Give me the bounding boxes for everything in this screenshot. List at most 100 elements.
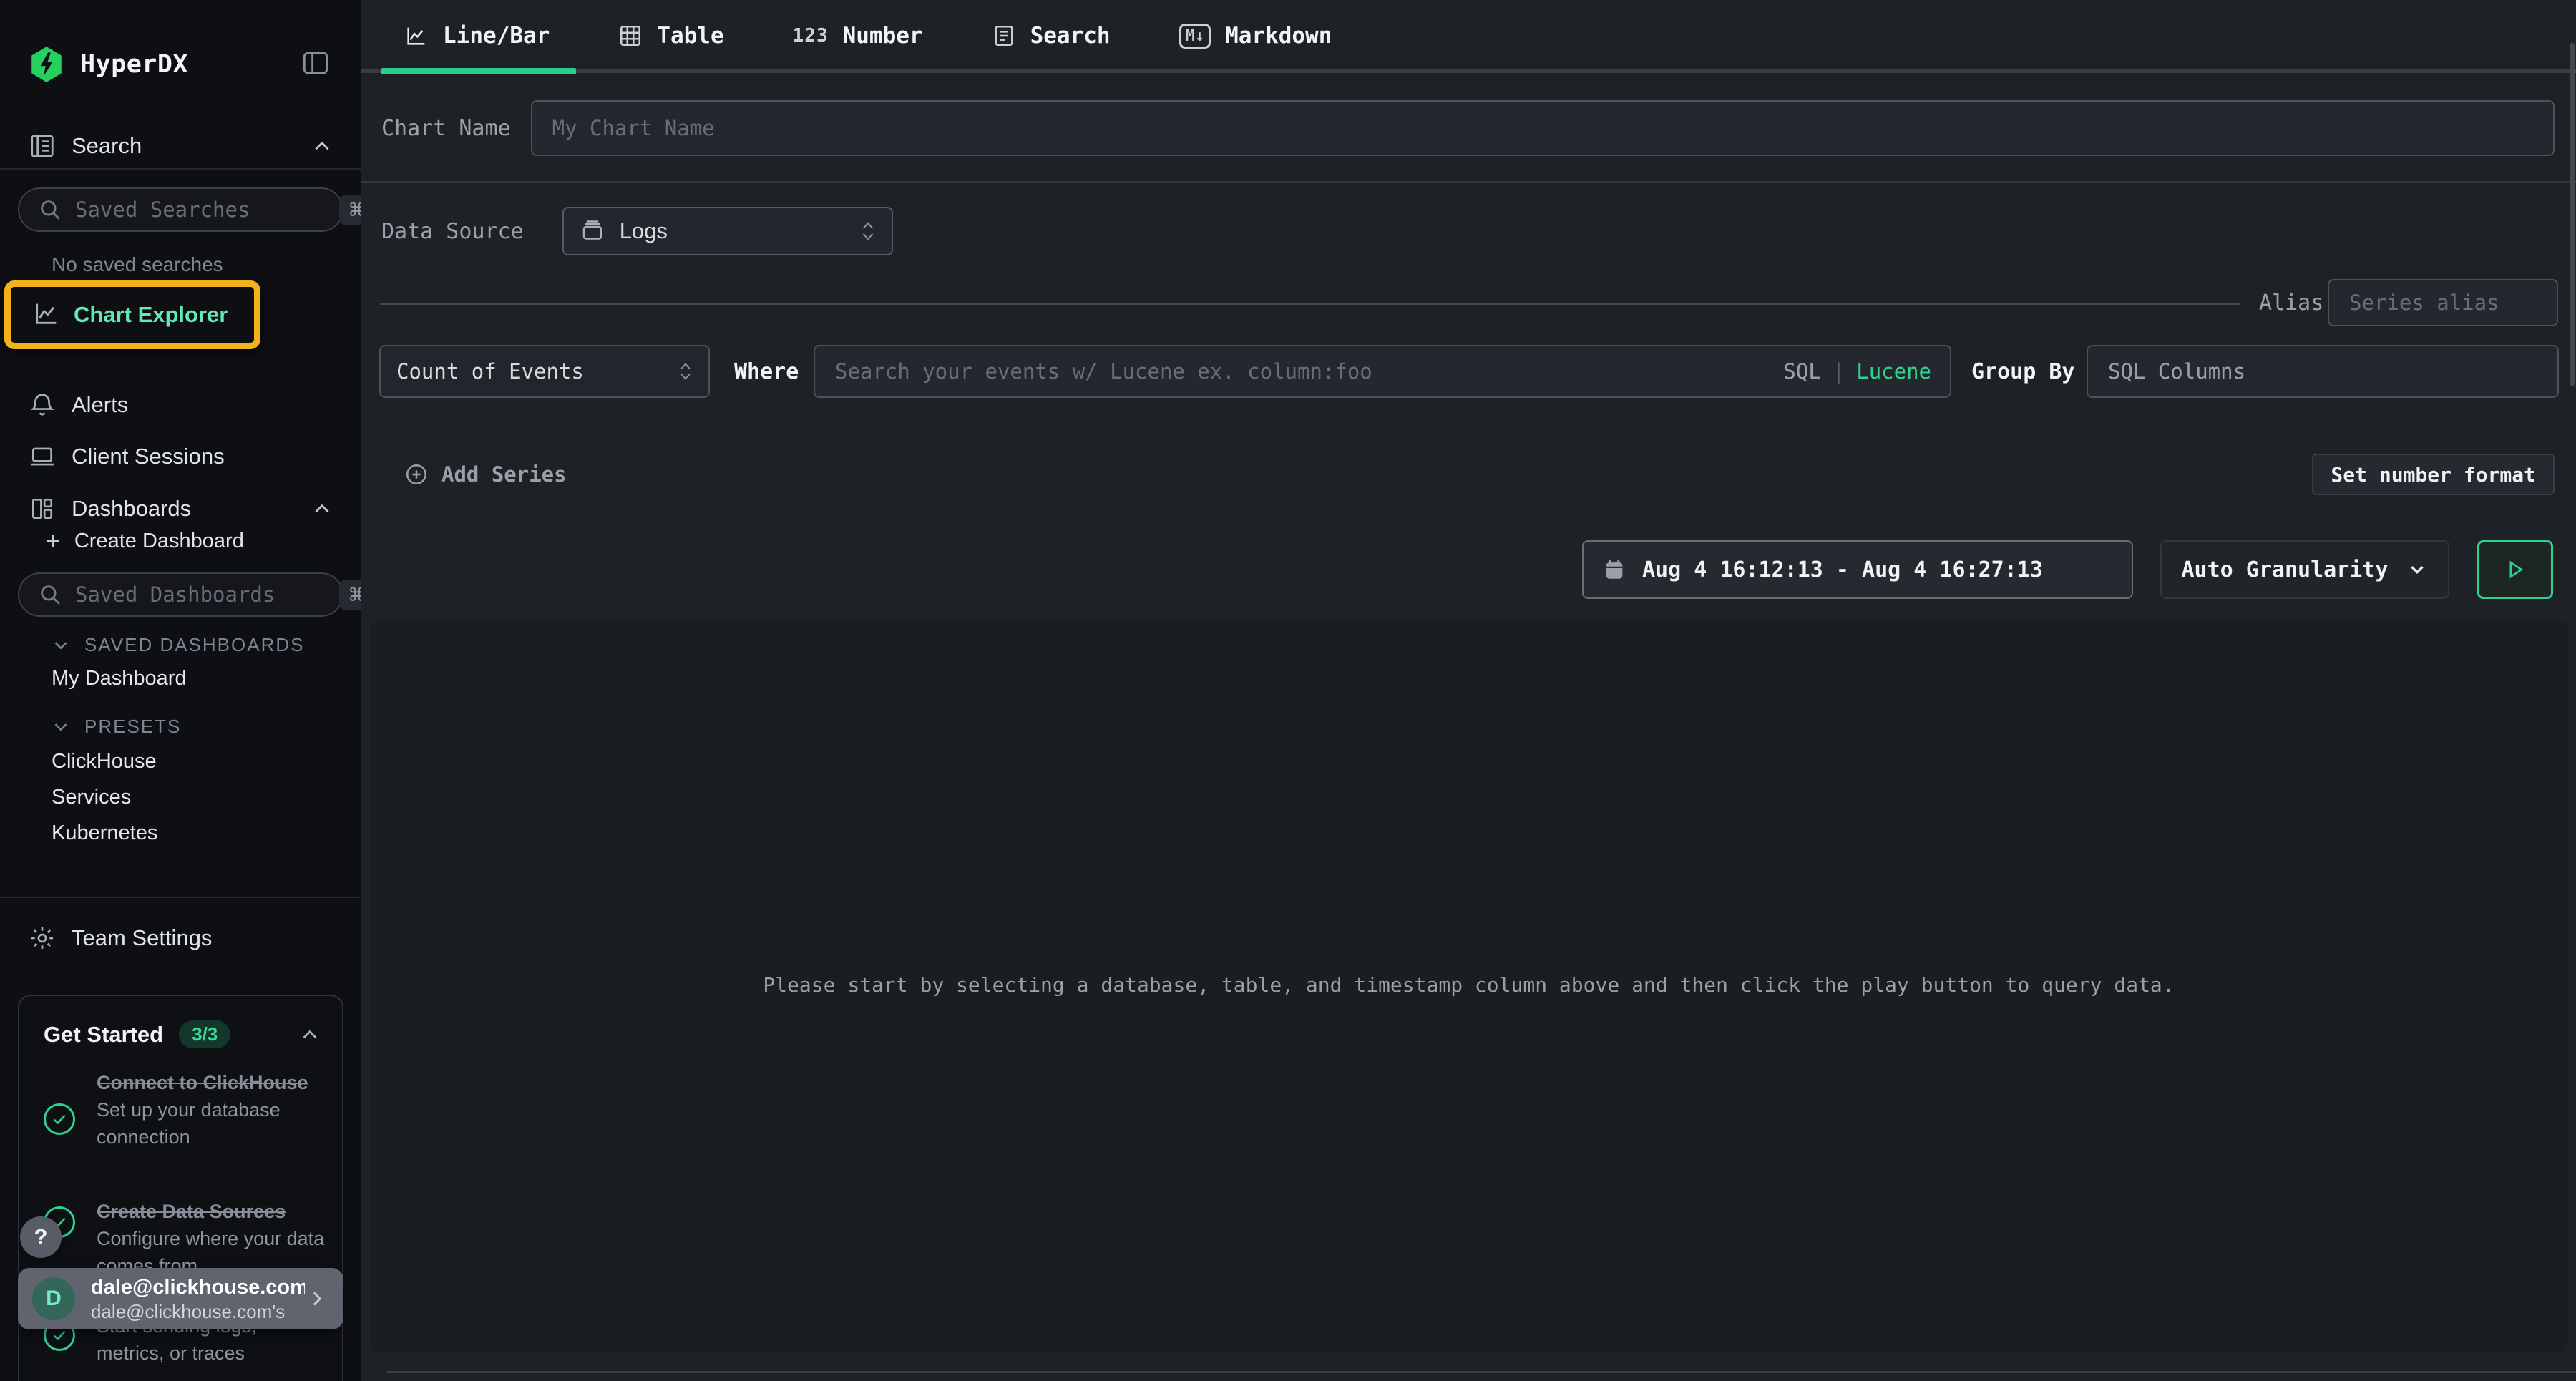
sidebar-section-search[interactable]: Search: [0, 126, 361, 166]
alias-input[interactable]: [2329, 280, 2557, 325]
search-icon: [38, 197, 62, 222]
preset-item-services[interactable]: Services: [52, 786, 131, 809]
laptop-icon: [29, 443, 60, 470]
app-root: HyperDX Search ⌘K No saved searches: [0, 0, 2576, 1381]
group-by-label: Group By: [1971, 359, 2075, 384]
time-controls-row: Aug 4 16:12:13 - Aug 4 16:27:13 Auto Gra…: [361, 540, 2555, 599]
saved-dashboard-item[interactable]: My Dashboard: [52, 667, 187, 690]
sidebar-collapse-button[interactable]: [298, 46, 333, 80]
tab-label: Markdown: [1225, 23, 1332, 49]
data-source-value: Logs: [620, 218, 668, 244]
avatar: D: [32, 1277, 75, 1320]
circle-plus-icon: [404, 462, 429, 487]
sidebar-item-team-settings[interactable]: Team Settings: [0, 918, 361, 958]
set-number-format-button[interactable]: Set number format: [2312, 454, 2555, 495]
saved-searches-search[interactable]: ⌘K: [18, 187, 343, 232]
date-range-picker[interactable]: Aug 4 16:12:13 - Aug 4 16:27:13: [1582, 540, 2133, 599]
alias-row: Alias: [361, 278, 2555, 328]
sidebar-item-client-sessions[interactable]: Client Sessions: [0, 436, 361, 477]
preset-item-kubernetes[interactable]: Kubernetes: [52, 821, 157, 845]
select-chevrons-icon: [678, 362, 693, 381]
tab-line-bar[interactable]: Line/Bar: [404, 23, 550, 49]
section-presets[interactable]: PRESETS: [50, 716, 181, 738]
tab-search[interactable]: Search: [992, 23, 1111, 49]
section-saved-dashboards[interactable]: SAVED DASHBOARDS: [50, 634, 304, 656]
data-source-select[interactable]: Logs: [562, 207, 893, 255]
create-dashboard-button[interactable]: + Create Dashboard: [46, 527, 244, 555]
number-123-icon: 123: [793, 25, 829, 47]
vertical-scrollbar[interactable]: [2570, 43, 2575, 386]
run-query-button[interactable]: [2477, 540, 2553, 599]
chevron-up-icon[interactable]: [310, 134, 334, 158]
check-circle-icon: [44, 1103, 75, 1135]
logs-source-icon: [580, 218, 605, 244]
alias-label: Alias: [2259, 291, 2323, 316]
sidebar-item-client-sessions-label: Client Sessions: [72, 444, 225, 469]
tab-label: Number: [843, 23, 923, 49]
play-icon: [2504, 559, 2526, 580]
get-started-item-datasources[interactable]: Create Data Sources Configure where your…: [44, 1198, 328, 1279]
aggregation-select[interactable]: Count of Events: [379, 345, 710, 398]
empty-state-message: Please start by selecting a database, ta…: [370, 973, 2567, 997]
bottom-divider: [387, 1371, 2576, 1373]
granularity-select[interactable]: Auto Granularity: [2160, 540, 2449, 599]
group-by-input[interactable]: [2088, 346, 2557, 396]
line-chart-icon: [32, 299, 61, 331]
section-presets-label: PRESETS: [84, 716, 181, 738]
user-menu[interactable]: D dale@clickhouse.com dale@clickhouse.co…: [18, 1268, 343, 1329]
alias-divider-line: [380, 303, 2240, 305]
table-icon: [618, 24, 643, 48]
saved-dashboards-search[interactable]: ⌘K: [18, 572, 343, 617]
hyperdx-logo-icon: [29, 45, 64, 84]
chevron-down-icon: [50, 716, 72, 738]
search-panel-icon: [29, 132, 60, 160]
saved-dashboards-input[interactable]: [75, 582, 339, 607]
sidebar-item-alerts[interactable]: Alerts: [0, 385, 361, 425]
sidebar-divider-top: [0, 168, 361, 170]
series-row: Count of Events Where SQL | Lucene Group…: [361, 345, 2555, 398]
granularity-value: Auto Granularity: [2182, 557, 2389, 582]
where-label: Where: [734, 359, 799, 384]
add-series-label: Add Series: [441, 462, 567, 487]
chart-type-tabs: Line/Bar Table 123 Number Search M↓ Ma: [361, 0, 2576, 72]
saved-searches-input[interactable]: [75, 197, 339, 222]
add-series-button[interactable]: Add Series: [404, 462, 567, 487]
aggregation-value: Count of Events: [396, 359, 584, 384]
section-divider: [361, 181, 2576, 183]
help-button[interactable]: ?: [20, 1216, 62, 1258]
user-subtitle: dale@clickhouse.com's: [91, 1300, 305, 1323]
event-search-input[interactable]: [815, 346, 1783, 396]
chart-name-input[interactable]: [532, 102, 2553, 155]
chart-preview-panel: Please start by selecting a database, ta…: [370, 621, 2567, 1352]
gear-icon: [29, 924, 60, 952]
create-dashboard-label: Create Dashboard: [74, 530, 244, 553]
group-by-fieldbox: [2087, 345, 2559, 398]
sidebar: HyperDX Search ⌘K No saved searches: [0, 0, 361, 1381]
dashboards-icon: [29, 495, 60, 522]
get-started-item-connect[interactable]: Connect to ClickHouse Set up your databa…: [44, 1069, 328, 1151]
get-started-item-title: Create Data Sources: [97, 1198, 328, 1225]
sidebar-divider-bottom: [0, 897, 361, 898]
chart-name-fieldbox: [531, 100, 2555, 156]
search-icon: [38, 582, 62, 607]
calendar-icon: [1602, 557, 1626, 582]
chevron-up-icon[interactable]: [310, 497, 334, 521]
data-source-label: Data Source: [381, 219, 524, 244]
series-actions-row: Add Series Set number format: [404, 454, 2555, 495]
tab-markdown[interactable]: M↓ Markdown: [1179, 23, 1332, 49]
alias-fieldbox: [2328, 279, 2558, 326]
sql-toggle[interactable]: SQL: [1783, 359, 1820, 384]
lucene-toggle[interactable]: Lucene: [1856, 359, 1931, 384]
tab-table[interactable]: Table: [618, 23, 723, 49]
markdown-icon: M↓: [1179, 24, 1211, 49]
preset-item-clickhouse[interactable]: ClickHouse: [52, 750, 157, 774]
chevron-up-icon[interactable]: [298, 1023, 322, 1047]
sidebar-item-dashboards[interactable]: Dashboards: [0, 489, 361, 529]
tab-label: Search: [1030, 23, 1111, 49]
toggle-separator: |: [1833, 359, 1845, 384]
tab-number[interactable]: 123 Number: [793, 23, 923, 49]
get-started-header[interactable]: Get Started 3/3: [44, 1020, 322, 1048]
user-email: dale@clickhouse.com: [91, 1274, 305, 1300]
no-saved-searches-note: No saved searches: [52, 253, 223, 276]
sidebar-item-chart-explorer[interactable]: Chart Explorer: [4, 280, 260, 349]
